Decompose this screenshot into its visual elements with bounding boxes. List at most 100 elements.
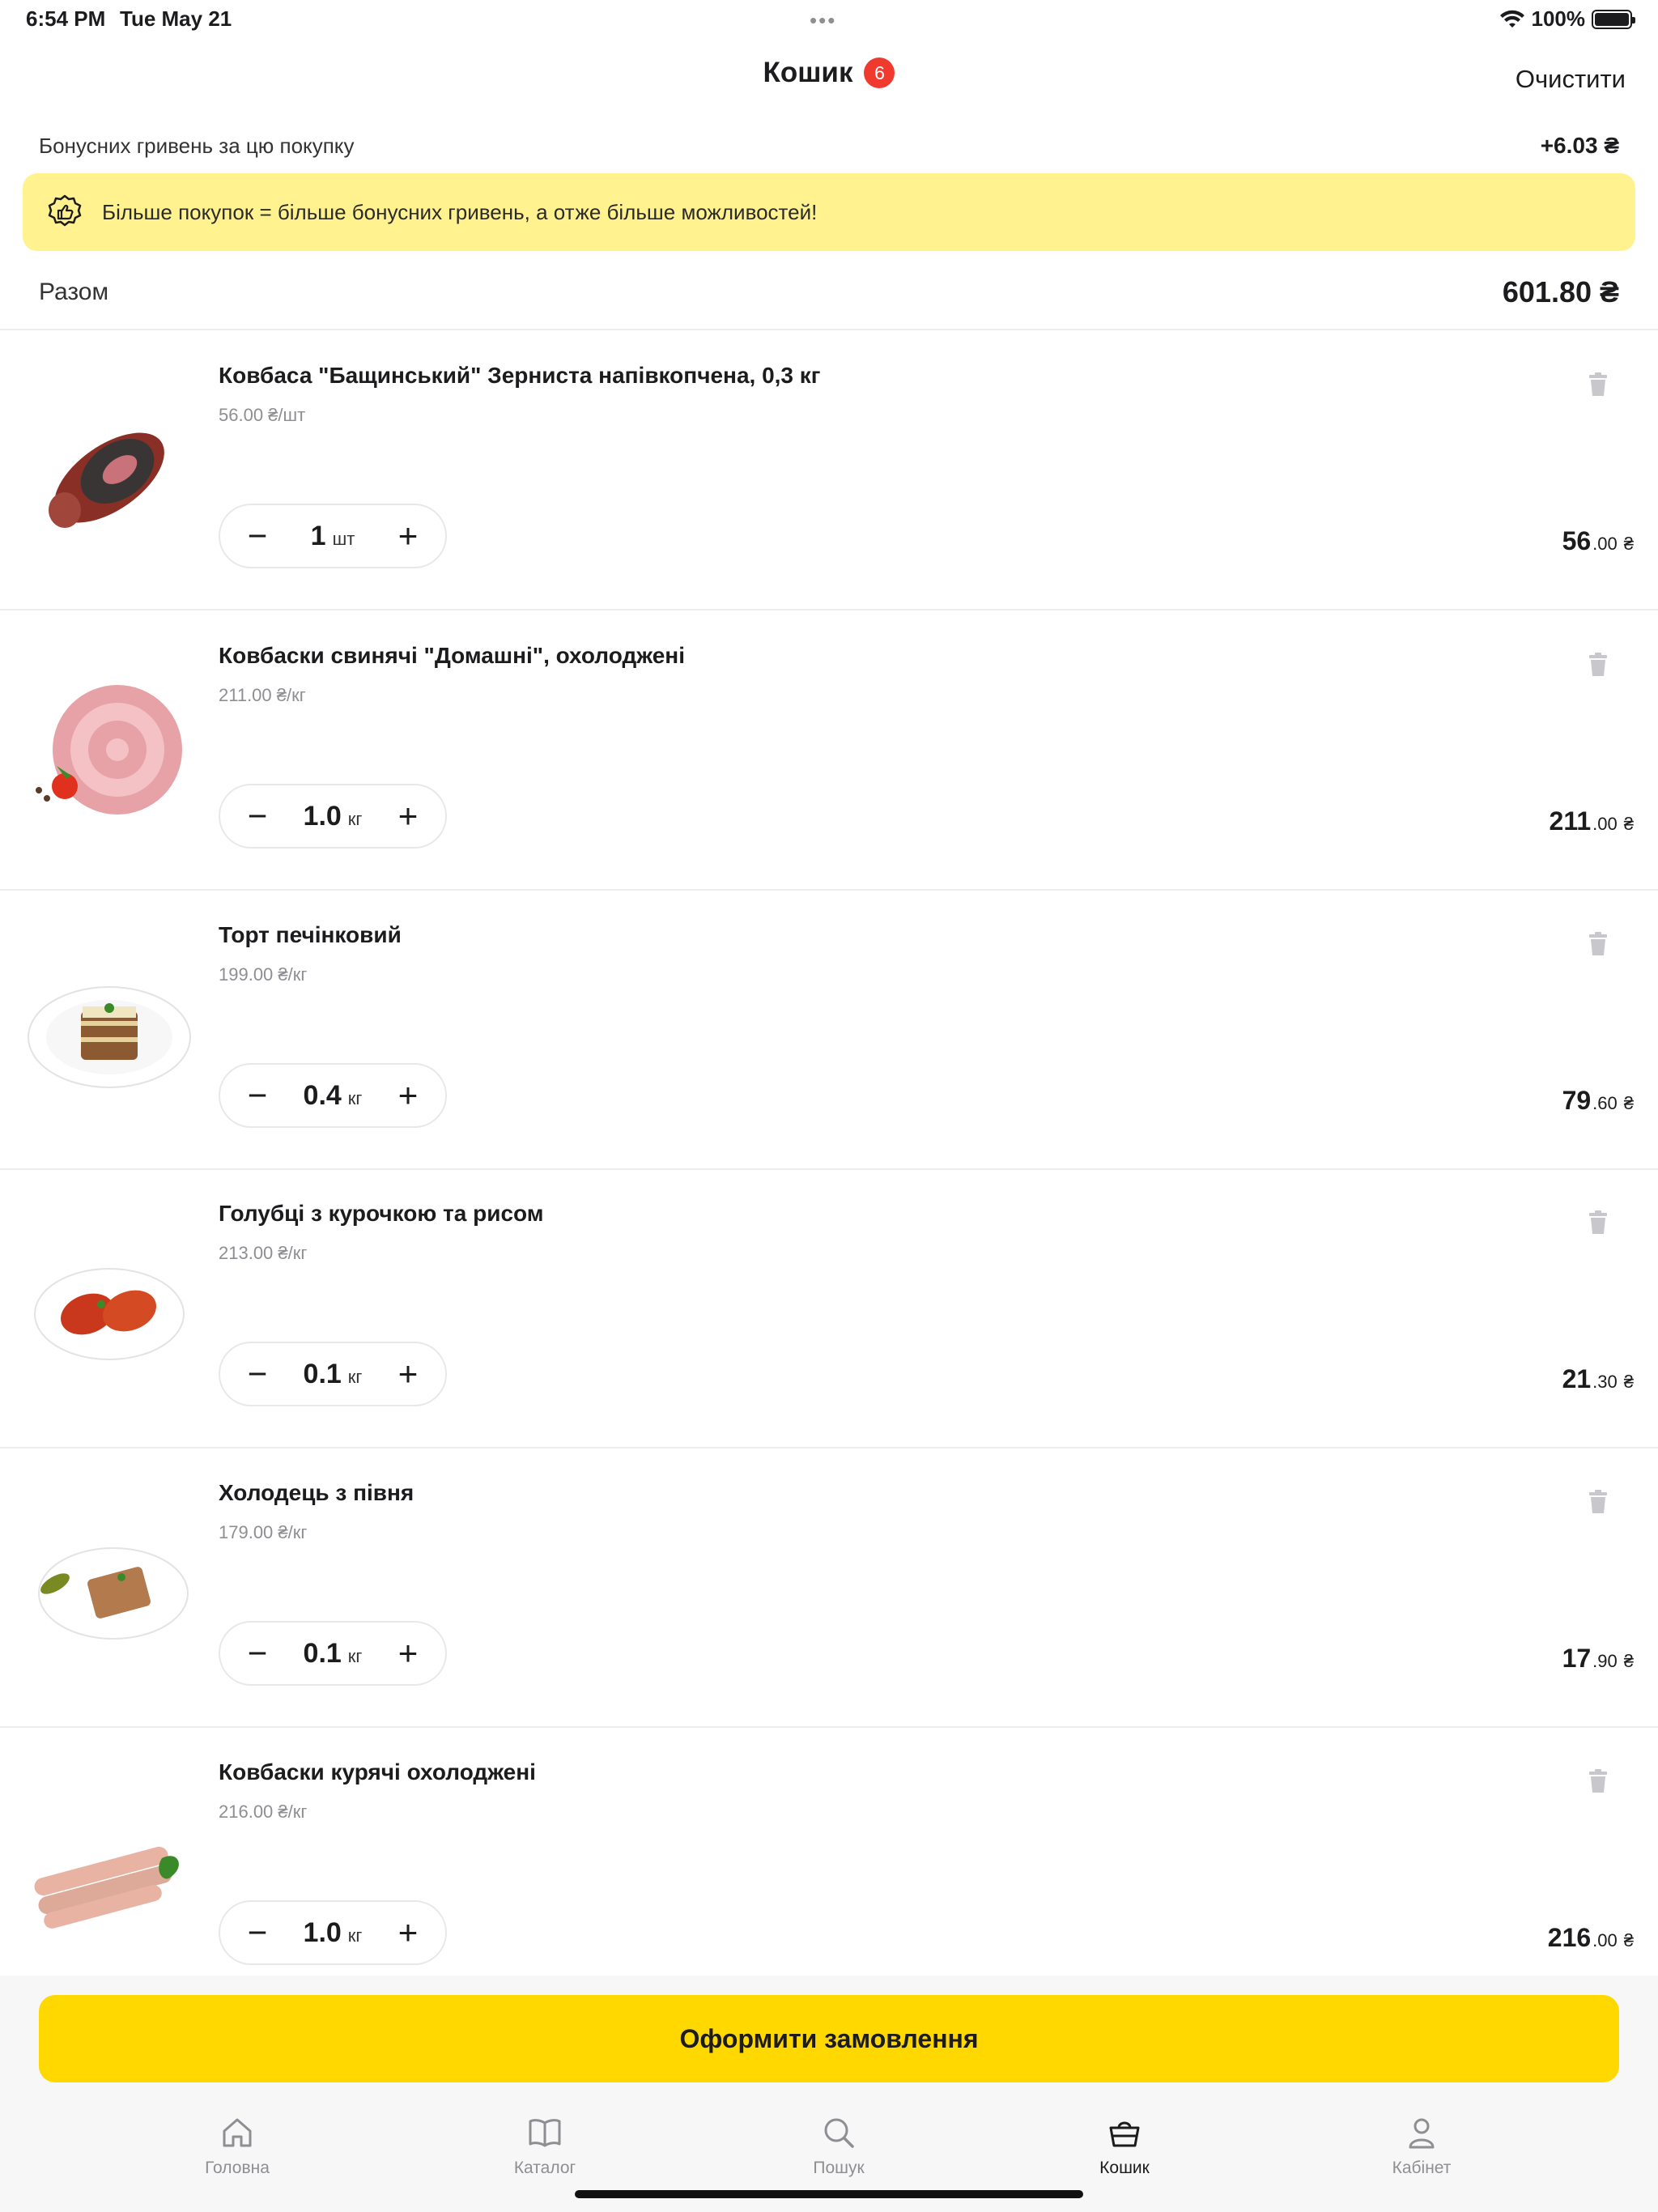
tab-account[interactable]: Кабінет bbox=[1341, 2113, 1503, 2178]
divider bbox=[0, 1726, 1658, 1728]
total-label: Разом bbox=[39, 279, 109, 305]
line-total: 211.00 ₴ bbox=[1550, 806, 1634, 836]
increase-button[interactable]: + bbox=[393, 799, 423, 833]
divider bbox=[0, 329, 1658, 330]
total-row: Разом 601.80 ₴ bbox=[39, 275, 1619, 309]
quantity-stepper: −1.0 кг + bbox=[219, 784, 447, 849]
product-name[interactable]: Ковбаски курячі охолоджені bbox=[219, 1759, 536, 1785]
bonus-banner: Більше покупок = більше бонусних гривень… bbox=[23, 173, 1635, 251]
qty-unit: кг bbox=[347, 808, 363, 829]
cart-item: Ковбаски свинячі "Домашні", охолоджені 21… bbox=[0, 612, 1658, 891]
clear-cart-button[interactable]: Очистити bbox=[1516, 65, 1626, 94]
total-value: 601.80 ₴ bbox=[1502, 275, 1619, 308]
qty-number: 0.1 bbox=[303, 1637, 342, 1669]
product-unit-price: 211.00 ₴/кг bbox=[219, 685, 306, 705]
increase-button[interactable]: + bbox=[393, 519, 423, 553]
bonus-label: Бонусних гривень за цю покупку bbox=[39, 133, 355, 158]
tab-bar: Головна Каталог Пошук Кошик Кабінет bbox=[0, 2113, 1658, 2202]
battery-icon bbox=[1592, 9, 1635, 29]
status-date: Tue May 21 bbox=[120, 6, 232, 31]
cart-item: Ковбаски курячі охолоджені 216.00 ₴/кг −1.… bbox=[0, 1729, 1658, 2007]
increase-button[interactable]: + bbox=[393, 1636, 423, 1670]
cart-item: Холодець з півня 179.00 ₴/кг −0.1 кг +17.90 ₴ bbox=[0, 1449, 1658, 1728]
line-total-cents: .00 bbox=[1592, 534, 1618, 554]
increase-button[interactable]: + bbox=[393, 1357, 423, 1391]
product-unit-price: 213.00 ₴/кг bbox=[219, 1243, 308, 1263]
quantity-value: 1 шт bbox=[311, 521, 355, 552]
trash-icon[interactable] bbox=[1588, 1490, 1608, 1514]
trash-icon[interactable] bbox=[1588, 1769, 1608, 1793]
tab-cart[interactable]: Кошик bbox=[1044, 2113, 1205, 2178]
quantity-value: 0.1 кг bbox=[304, 1638, 363, 1670]
line-total: 79.60 ₴ bbox=[1562, 1086, 1634, 1116]
decrease-button[interactable]: − bbox=[243, 1357, 272, 1391]
line-total: 17.90 ₴ bbox=[1562, 1644, 1634, 1674]
bonus-badge-icon bbox=[48, 194, 82, 227]
line-total-main: 21 bbox=[1562, 1364, 1592, 1393]
decrease-button[interactable]: − bbox=[243, 1078, 272, 1112]
trash-icon[interactable] bbox=[1588, 372, 1608, 397]
cart-item: Ковбаса "Бащинський" Зерниста напівкопче… bbox=[0, 332, 1658, 610]
trash-icon[interactable] bbox=[1588, 653, 1608, 677]
home-icon bbox=[223, 2118, 252, 2147]
currency-sign: ₴ bbox=[1623, 534, 1634, 554]
product-image[interactable] bbox=[24, 669, 194, 839]
trash-icon[interactable] bbox=[1588, 1210, 1608, 1235]
line-total-main: 216 bbox=[1547, 1923, 1592, 1952]
increase-button[interactable]: + bbox=[393, 1078, 423, 1112]
product-image[interactable] bbox=[24, 948, 194, 1118]
page-title: Кошик bbox=[763, 57, 853, 88]
product-image[interactable] bbox=[24, 1785, 194, 1955]
line-total-cents: .00 bbox=[1592, 814, 1618, 834]
currency-sign: ₴ bbox=[1623, 1093, 1634, 1113]
product-name[interactable]: Холодець з півня bbox=[219, 1480, 414, 1506]
qty-number: 0.4 bbox=[303, 1079, 342, 1111]
currency-sign: ₴ bbox=[1623, 814, 1634, 834]
line-total-cents: .00 bbox=[1592, 1930, 1618, 1950]
decrease-button[interactable]: − bbox=[243, 1916, 272, 1950]
checkout-button[interactable]: Оформити замовлення bbox=[39, 1995, 1619, 2082]
quantity-value: 1.0 кг bbox=[304, 801, 363, 832]
line-total-cents: .90 bbox=[1592, 1651, 1618, 1671]
product-image[interactable] bbox=[24, 389, 194, 559]
line-total-main: 56 bbox=[1562, 526, 1592, 555]
tab-home[interactable]: Головна bbox=[156, 2113, 318, 2178]
multitasking-dots[interactable]: ••• bbox=[810, 8, 836, 33]
battery-percent: 100% bbox=[1531, 6, 1586, 31]
quantity-stepper: − 1 шт + bbox=[219, 504, 447, 568]
quantity-stepper: −0.4 кг + bbox=[219, 1063, 447, 1128]
line-total-main: 17 bbox=[1562, 1644, 1592, 1673]
increase-button[interactable]: + bbox=[393, 1916, 423, 1950]
quantity-value: 0.1 кг bbox=[304, 1359, 363, 1390]
quantity-value: 1.0 кг bbox=[304, 1917, 363, 1949]
tab-label: Каталог bbox=[513, 2159, 576, 2177]
product-name[interactable]: Ковбаса "Бащинський" Зерниста напівкопче… bbox=[219, 363, 820, 389]
status-time: 6:54 PM bbox=[26, 6, 106, 31]
line-total: 56.00 ₴ bbox=[1562, 526, 1634, 556]
divider bbox=[0, 609, 1658, 610]
quantity-stepper: −1.0 кг + bbox=[219, 1900, 447, 1965]
bottom-panel: Оформити замовлення Головна Каталог Пошу… bbox=[0, 1976, 1658, 2212]
divider bbox=[0, 889, 1658, 891]
product-name[interactable]: Ковбаски свинячі "Домашні", охолоджені bbox=[219, 643, 685, 669]
product-name[interactable]: Торт печінковий bbox=[219, 922, 402, 948]
qty-number: 0.1 bbox=[303, 1358, 342, 1389]
trash-icon[interactable] bbox=[1588, 932, 1608, 956]
cart-item: Голубці з курочкою та рисом 213.00 ₴/кг −0… bbox=[0, 1170, 1658, 1448]
currency-sign: ₴ bbox=[1623, 1372, 1634, 1392]
tab-catalog[interactable]: Каталог bbox=[464, 2113, 626, 2178]
product-image[interactable] bbox=[24, 1227, 194, 1397]
product-name[interactable]: Голубці з курочкою та рисом bbox=[219, 1201, 543, 1227]
home-indicator bbox=[575, 2190, 1083, 2198]
product-image[interactable] bbox=[24, 1506, 194, 1676]
quantity-stepper: − 0.1 кг + bbox=[219, 1342, 447, 1406]
quantity-stepper: −0.1 кг + bbox=[219, 1621, 447, 1686]
basket-icon bbox=[1109, 2121, 1140, 2147]
decrease-button[interactable]: − bbox=[243, 519, 272, 553]
qty-unit: кг bbox=[347, 1925, 363, 1946]
qty-number: 1.0 bbox=[303, 800, 342, 832]
decrease-button[interactable]: − bbox=[243, 1636, 272, 1670]
tab-search[interactable]: Пошук bbox=[758, 2113, 920, 2178]
line-total-main: 79 bbox=[1562, 1086, 1592, 1115]
decrease-button[interactable]: − bbox=[243, 799, 272, 833]
